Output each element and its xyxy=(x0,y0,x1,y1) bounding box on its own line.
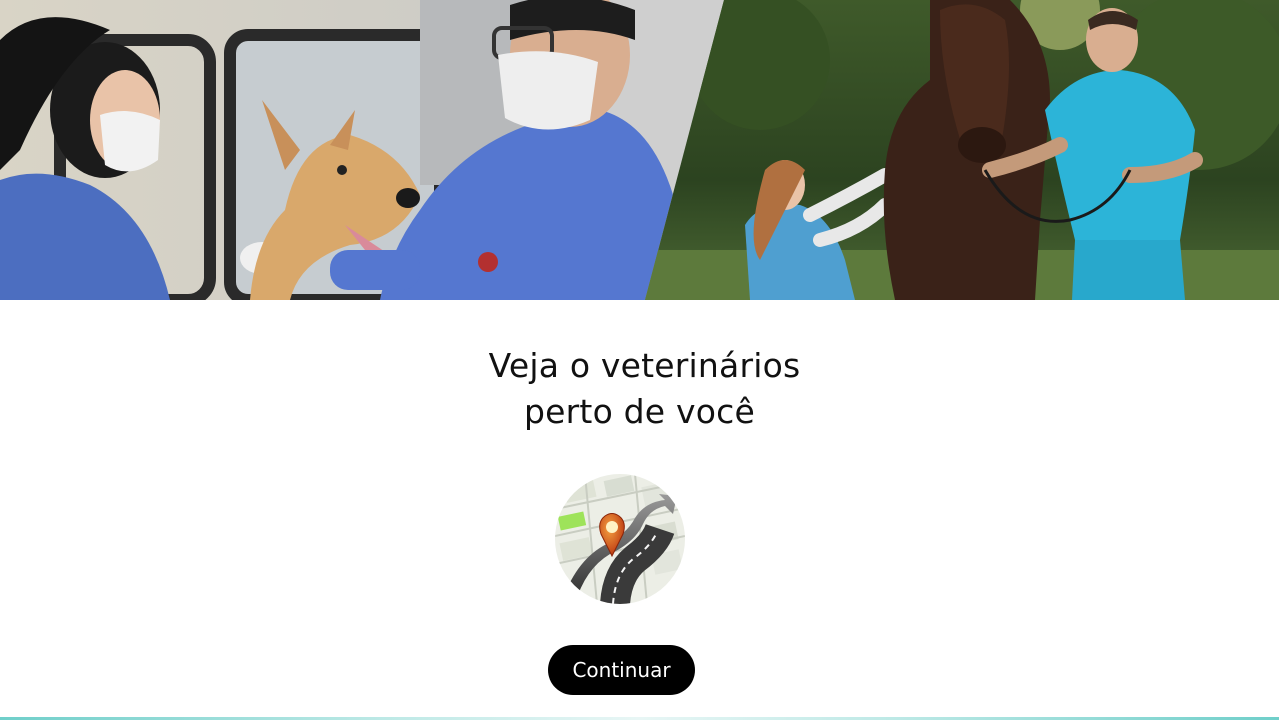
headline: Veja o veterinários perto de você xyxy=(0,343,1279,435)
continue-button[interactable]: Continuar xyxy=(548,645,695,695)
hero-left-photo xyxy=(0,0,724,300)
map-route-pin-icon xyxy=(555,474,685,604)
headline-line-2: perto de você xyxy=(524,392,755,431)
hero-banner xyxy=(0,0,1279,300)
hero-right-photo xyxy=(645,0,1279,300)
onboarding-screen: Veja o veterinários perto de você Contin… xyxy=(0,0,1279,720)
headline-line-1: Veja o veterinários xyxy=(488,346,801,385)
